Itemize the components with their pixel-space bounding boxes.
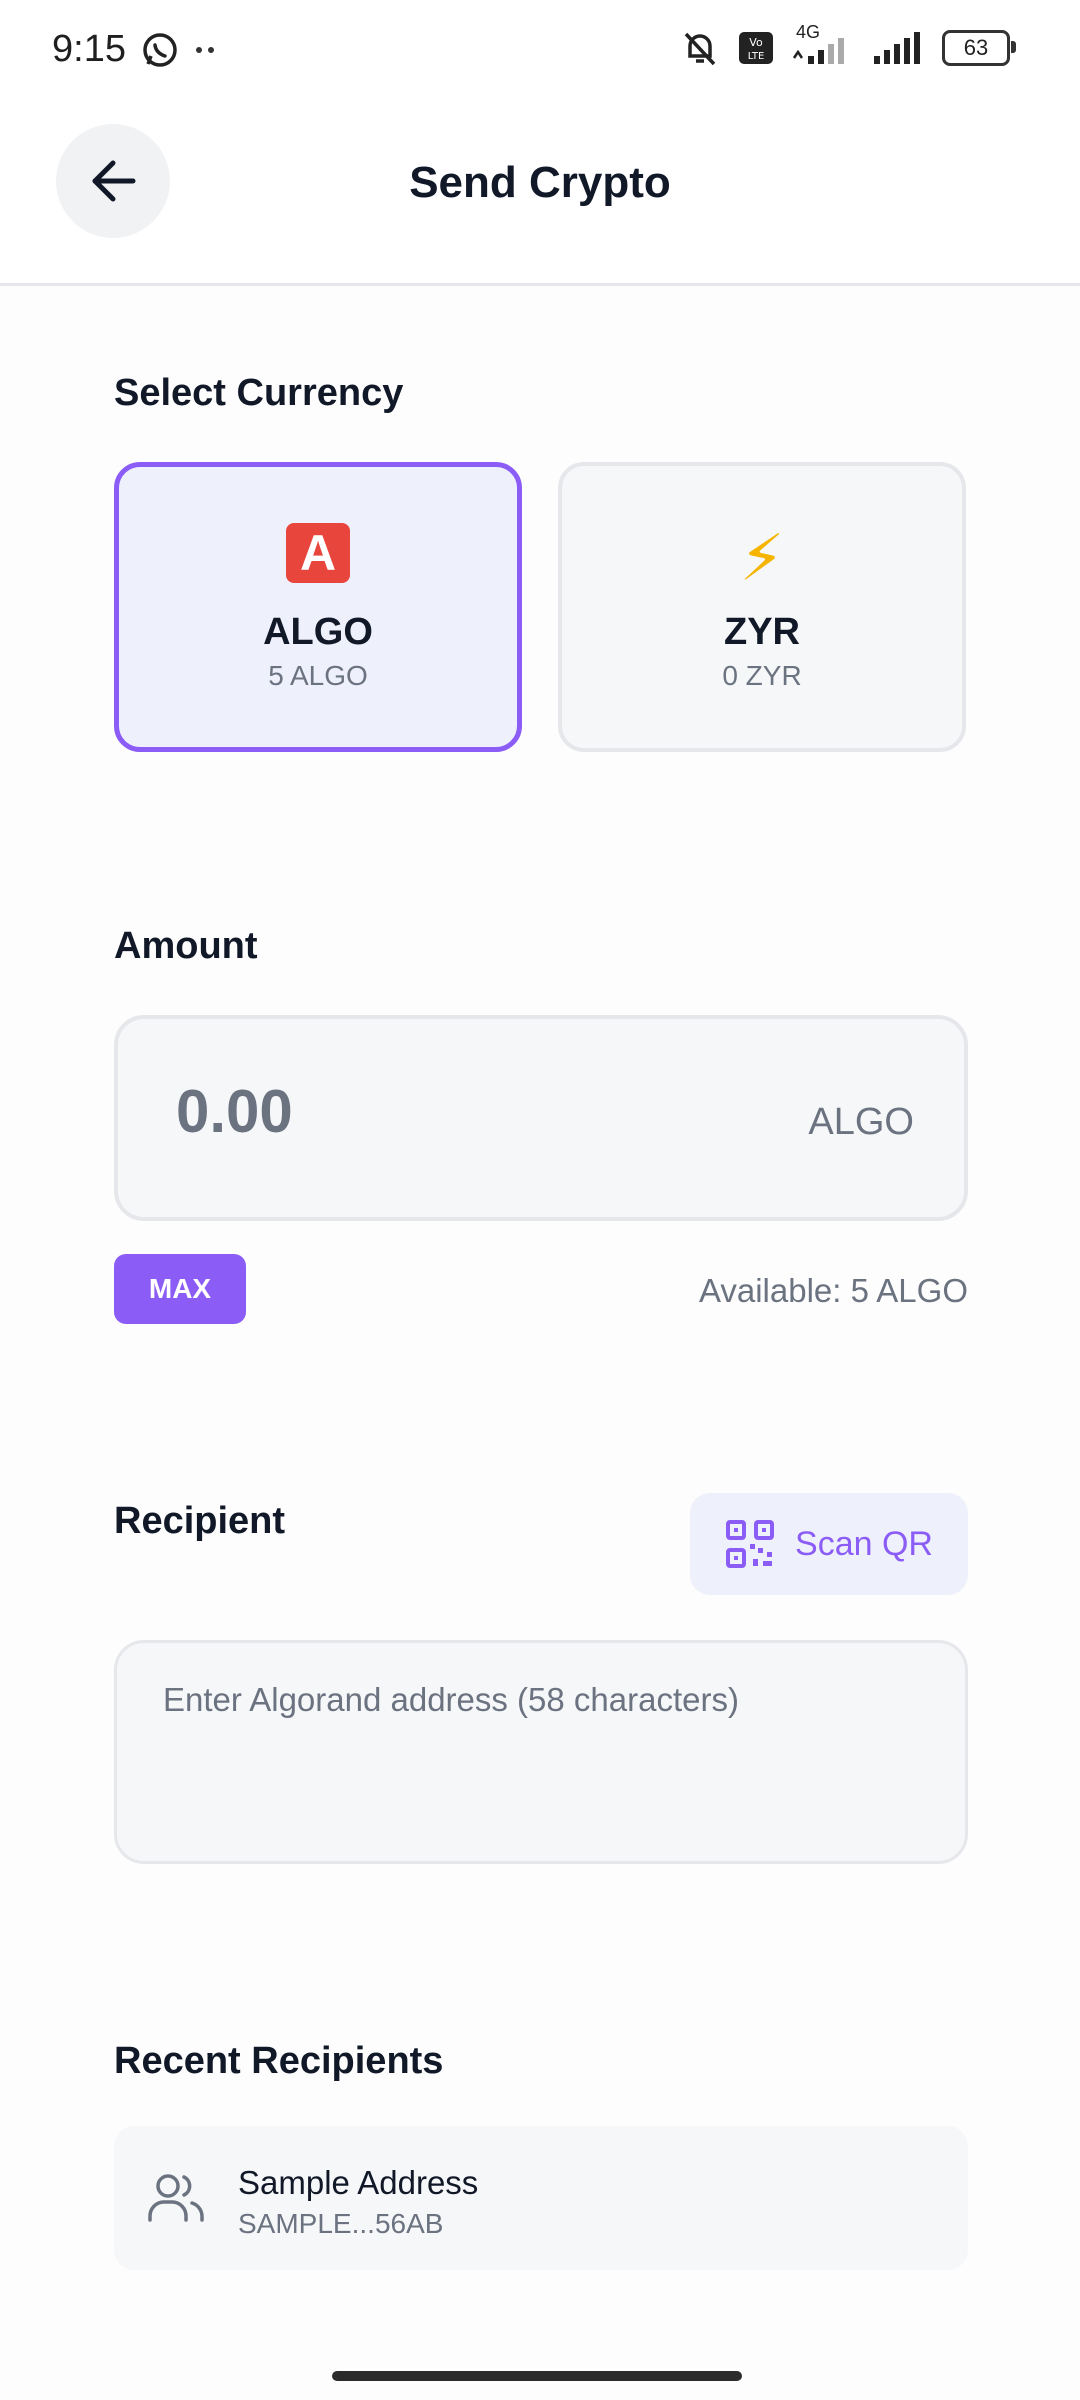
lightning-icon: ⚡ xyxy=(739,521,785,594)
status-left-icons xyxy=(140,30,218,70)
signal-icon xyxy=(874,32,920,64)
more-dots-icon xyxy=(196,47,214,53)
currency-name: ALGO xyxy=(263,610,373,653)
app-header: Send Crypto xyxy=(0,100,1080,286)
currency-balance: 5 ALGO xyxy=(268,659,368,691)
recipient-name: Sample Address xyxy=(238,2164,479,2201)
battery-level: 63 xyxy=(963,35,989,60)
recipient-label: Recipient xyxy=(114,1500,286,1542)
home-indicator[interactable] xyxy=(332,2371,742,2381)
page-title: Send Crypto xyxy=(409,158,671,207)
svg-text:Vo: Vo xyxy=(749,36,763,49)
amount-input[interactable]: 0.00 ALGO xyxy=(114,1015,968,1221)
currency-balance: 0 ZYR xyxy=(722,659,802,691)
scan-qr-label: Scan QR xyxy=(795,1524,933,1563)
whatsapp-icon xyxy=(143,33,177,67)
currency-card-algo[interactable]: A ALGO 5 ALGO xyxy=(114,462,522,752)
recipient-address-input[interactable]: Enter Algorand address (58 characters) xyxy=(114,1640,968,1864)
select-currency-label: Select Currency xyxy=(114,372,404,414)
battery-icon: 63 xyxy=(942,30,1016,66)
status-time: 9:15 xyxy=(52,28,126,70)
qr-code-icon xyxy=(726,1520,775,1568)
users-icon xyxy=(148,2174,204,2222)
max-button[interactable]: MAX xyxy=(114,1254,246,1324)
amount-label: Amount xyxy=(114,925,258,967)
scan-qr-button[interactable]: Scan QR xyxy=(690,1493,968,1595)
mute-bell-icon xyxy=(684,32,716,66)
svg-text:LTE: LTE xyxy=(748,51,765,62)
recent-recipients-label: Recent Recipients xyxy=(114,2040,444,2082)
recipient-address: SAMPLE...56AB xyxy=(238,2208,444,2239)
volte-icon: Vo LTE xyxy=(739,32,773,64)
recipient-placeholder: Enter Algorand address (58 characters) xyxy=(163,1681,739,1718)
currency-name: ZYR xyxy=(724,610,800,653)
currency-card-zyr[interactable]: ⚡ ZYR 0 ZYR xyxy=(558,462,966,752)
signal-4g-icon: 4G xyxy=(790,22,856,68)
available-balance: Available: 5 ALGO xyxy=(698,1272,968,1309)
algo-badge-letter: A xyxy=(286,522,350,583)
status-right-icons: Vo LTE 4G 63 xyxy=(678,22,1016,68)
amount-unit: ALGO xyxy=(808,1101,914,1143)
amount-value: 0.00 xyxy=(176,1078,293,1145)
algo-letter-a-icon: A xyxy=(286,522,350,595)
status-bar: 9:15 Vo LTE 4G 63 xyxy=(0,0,1080,100)
recent-recipient-item[interactable]: Sample Address SAMPLE...56AB xyxy=(114,2126,968,2270)
